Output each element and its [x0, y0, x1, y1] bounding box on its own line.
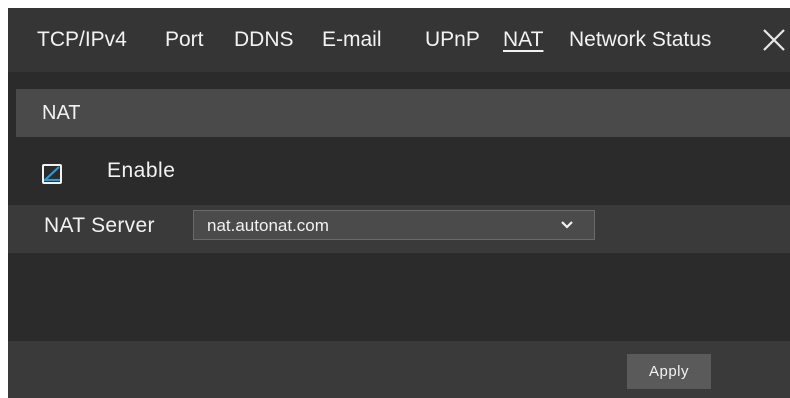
tab-port[interactable]: Port	[165, 28, 204, 52]
enable-row: Enable	[16, 145, 790, 199]
section-title: NAT	[42, 101, 81, 124]
enable-label: Enable	[107, 159, 176, 182]
tab-tcp-ipv4[interactable]: TCP/IPv4	[37, 28, 127, 52]
section-header: NAT	[16, 89, 790, 137]
tab-bar: TCP/IPv4 Port DDNS E-mail UPnP NAT Netwo…	[8, 8, 790, 72]
checkmark-icon	[44, 166, 60, 182]
nat-settings-window: TCP/IPv4 Port DDNS E-mail UPnP NAT Netwo…	[8, 8, 790, 398]
enable-checkbox[interactable]	[42, 164, 62, 184]
close-icon[interactable]	[760, 26, 788, 54]
tab-nat[interactable]: NAT	[503, 28, 543, 52]
tab-ddns[interactable]: DDNS	[234, 28, 294, 52]
tab-network-status[interactable]: Network Status	[569, 28, 711, 52]
chevron-down-icon	[561, 221, 573, 229]
nat-server-select[interactable]: nat.autonat.com	[193, 210, 595, 240]
tab-upnp[interactable]: UPnP	[425, 28, 480, 52]
nat-server-row: NAT Server nat.autonat.com	[8, 205, 790, 253]
tab-email[interactable]: E-mail	[322, 28, 382, 52]
apply-button[interactable]: Apply	[627, 354, 711, 389]
footer-bar: Apply	[8, 341, 790, 398]
nat-server-value: nat.autonat.com	[207, 216, 329, 235]
nat-server-label: NAT Server	[44, 214, 155, 237]
